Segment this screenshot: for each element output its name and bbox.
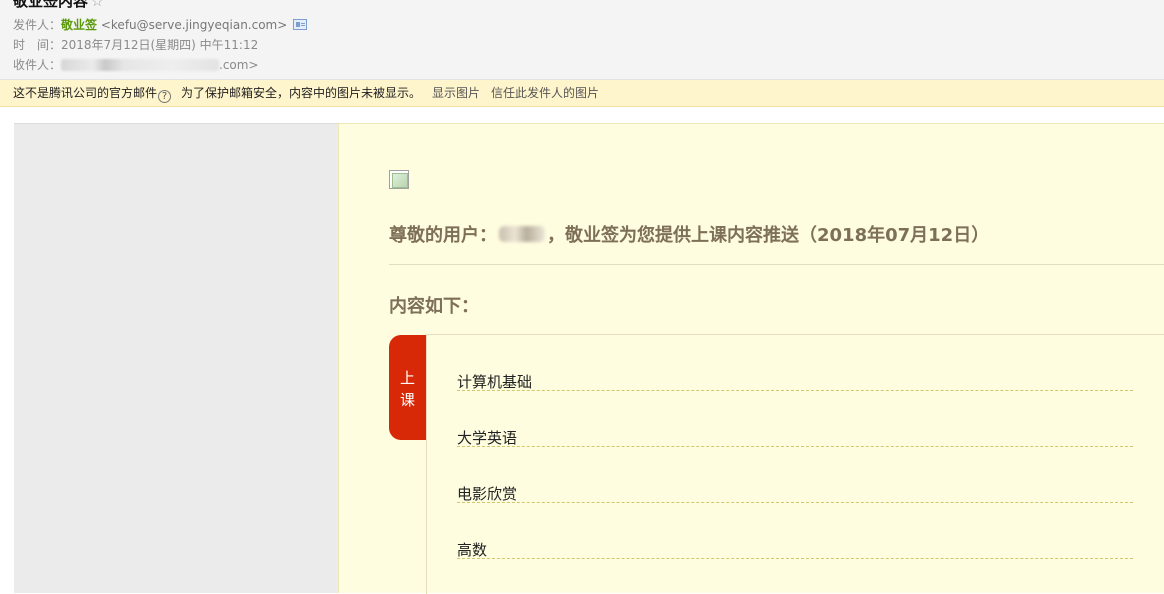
not-official-message: 这不是腾讯公司的官方邮件 bbox=[13, 86, 158, 100]
star-icon[interactable]: ☆ bbox=[91, 0, 104, 10]
sender-row: 发件人：敬业签 <kefu@serve.jingyeqian.com> bbox=[13, 17, 308, 33]
course-item: 高数 bbox=[457, 503, 1133, 559]
time-label: 时 间： bbox=[13, 38, 62, 52]
broken-image-icon bbox=[389, 170, 409, 189]
sender-name[interactable]: 敬业签 bbox=[61, 18, 97, 32]
divider bbox=[389, 264, 1164, 265]
sender-address: <kefu@serve.jingyeqian.com> bbox=[100, 18, 288, 32]
course-list: 计算机基础 大学英语 电影欣赏 高数 bbox=[426, 334, 1164, 594]
sender-label: 发件人： bbox=[13, 18, 62, 32]
greeting-prefix: 尊敬的用户： bbox=[389, 225, 497, 246]
time-value: 2018年7月12日(星期四) 中午11:12 bbox=[61, 38, 259, 52]
help-icon[interactable]: ? bbox=[158, 90, 172, 103]
greeting: 尊敬的用户： ，敬业签为您提供上课内容推送（2018年07月12日） bbox=[389, 221, 989, 247]
recipient-label: 收件人： bbox=[13, 58, 62, 72]
subject-text: 敬业签内容 bbox=[13, 0, 89, 10]
tab-char-1: 上 bbox=[399, 369, 415, 387]
recipient-redacted bbox=[61, 59, 220, 71]
email-content: 尊敬的用户： ，敬业签为您提供上课内容推送（2018年07月12日） 内容如下： … bbox=[338, 123, 1164, 594]
time-row: 时 间：2018年7月12日(星期四) 中午11:12 bbox=[13, 37, 258, 53]
left-banner-panel bbox=[14, 123, 338, 593]
content-heading: 内容如下： bbox=[389, 296, 479, 317]
contact-card-icon[interactable] bbox=[293, 19, 308, 30]
security-message: 为了保护邮箱安全，内容中的图片未被显示。 bbox=[181, 86, 422, 100]
greeting-suffix: ，敬业签为您提供上课内容推送（2018年07月12日） bbox=[547, 225, 990, 246]
trust-sender-link[interactable]: 信任此发件人的图片 bbox=[491, 86, 599, 100]
email-header: 敬业签内容 ☆ 发件人：敬业签 <kefu@serve.jingyeqian.co… bbox=[0, 0, 1164, 80]
course-item: 大学英语 bbox=[457, 391, 1133, 447]
tab-char-2: 课 bbox=[399, 391, 415, 409]
recipient-suffix: .com> bbox=[219, 58, 259, 72]
course-item: 计算机基础 bbox=[457, 335, 1133, 391]
image-blocked-warning: 这不是腾讯公司的官方邮件? 为了保护邮箱安全，内容中的图片未被显示。 显示图片 信任此… bbox=[0, 80, 1164, 107]
class-tab: 上 课 bbox=[389, 335, 426, 440]
course-item: 电影欣赏 bbox=[457, 447, 1133, 503]
email-subject: 敬业签内容 ☆ bbox=[13, 0, 104, 11]
recipient-row: 收件人： .com> bbox=[13, 57, 259, 73]
username-redacted bbox=[499, 226, 545, 242]
show-images-link[interactable]: 显示图片 bbox=[432, 86, 480, 100]
